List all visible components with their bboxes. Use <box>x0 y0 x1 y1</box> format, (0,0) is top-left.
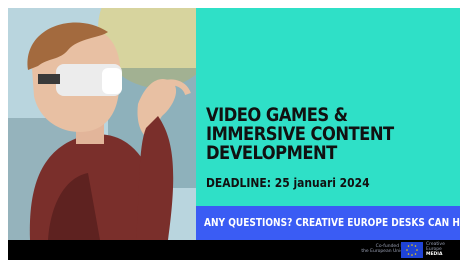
eu-cofunded-label: Co-funded by the European Union <box>346 244 406 254</box>
title-panel: VIDEO GAMES & IMMERSIVE CONTENT DEVELOPM… <box>196 8 460 206</box>
logo-line: MEDIA <box>426 252 443 257</box>
vr-boy-photo <box>8 8 196 240</box>
cta-text: ANY QUESTIONS? CREATIVE EUROPE DESKS CAN… <box>204 216 460 229</box>
creative-europe-logo: Creative Europe MEDIA <box>426 242 458 257</box>
footer-bar: Co-funded by the European Union Creative… <box>8 240 460 260</box>
cofunded-line: the European Union <box>361 249 406 254</box>
eu-flag-icon <box>401 242 423 258</box>
headline-line: DEVELOPMENT <box>206 142 337 164</box>
promo-banner: VIDEO GAMES & IMMERSIVE CONTENT DEVELOPM… <box>8 8 460 260</box>
page-frame: VIDEO GAMES & IMMERSIVE CONTENT DEVELOPM… <box>0 0 468 267</box>
cta-bar[interactable]: ANY QUESTIONS? CREATIVE EUROPE DESKS CAN… <box>196 206 460 240</box>
deadline-text: DEADLINE: 25 januari 2024 <box>206 175 370 190</box>
headline: VIDEO GAMES & IMMERSIVE CONTENT DEVELOPM… <box>206 106 421 163</box>
